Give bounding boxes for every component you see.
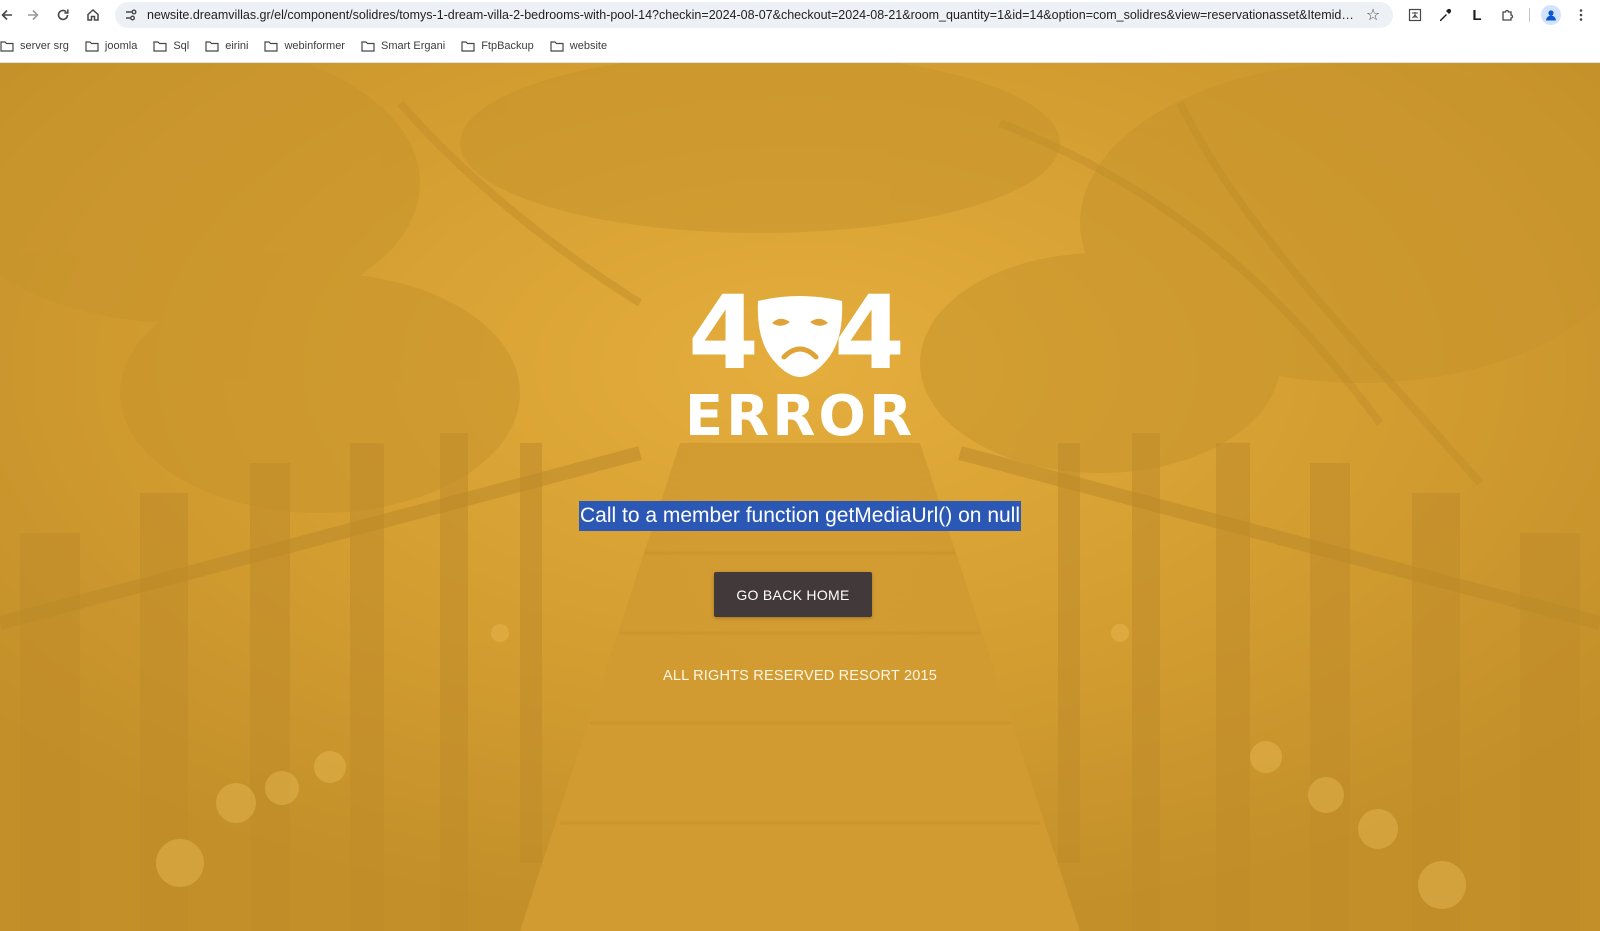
- folder-icon: [85, 41, 99, 52]
- bookmark-item[interactable]: joomla: [85, 35, 145, 57]
- go-back-home-button[interactable]: GO BACK HOME: [714, 572, 872, 617]
- toolbar-divider: [1529, 8, 1530, 22]
- site-info-icon[interactable]: [123, 7, 139, 23]
- folder-icon: [205, 41, 219, 52]
- error-page: 4 4 ERROR Call to a member function getM…: [0, 63, 1600, 931]
- bookmark-label: server srg: [20, 40, 69, 52]
- address-bar[interactable]: newsite.dreamvillas.gr/el/component/soli…: [115, 2, 1393, 28]
- bookmark-label: webinformer: [284, 40, 345, 52]
- reload-icon[interactable]: [52, 4, 74, 26]
- menu-kebab-icon[interactable]: [1570, 4, 1592, 26]
- bookmark-item[interactable]: FtpBackup: [461, 35, 542, 57]
- bookmark-star-icon[interactable]: ☆: [1363, 5, 1383, 25]
- folder-icon: [461, 41, 475, 52]
- translate-icon[interactable]: [1404, 4, 1426, 26]
- bookmark-item[interactable]: webinformer: [264, 35, 353, 57]
- folder-icon: [550, 41, 564, 52]
- browser-toolbar: newsite.dreamvillas.gr/el/component/soli…: [0, 0, 1600, 30]
- bookmark-label: joomla: [104, 40, 138, 52]
- folder-icon: [361, 41, 375, 52]
- bookmark-item[interactable]: eirini: [205, 35, 256, 57]
- bookmark-item[interactable]: server srg: [0, 35, 77, 57]
- bookmarks-bar: server srg joomla Sql eirini webinformer Smar…: [0, 34, 623, 58]
- eyedropper-icon[interactable]: [1434, 4, 1456, 26]
- extension-l-icon[interactable]: L: [1466, 4, 1488, 26]
- bookmark-item[interactable]: website: [550, 35, 615, 57]
- bookmark-item[interactable]: Sql: [153, 35, 197, 57]
- error-content: 4 4 ERROR Call to a member function getM…: [0, 63, 1600, 931]
- error-message: Call to a member function getMediaUrl() …: [578, 501, 1022, 531]
- bookmark-label: Sql: [173, 40, 190, 52]
- sad-theater-mask-icon: [757, 296, 843, 377]
- extensions-puzzle-icon[interactable]: [1496, 4, 1518, 26]
- url-text[interactable]: newsite.dreamvillas.gr/el/component/soli…: [147, 2, 1355, 28]
- error-404-logo: 4 4: [688, 274, 912, 393]
- forward-icon[interactable]: [22, 4, 44, 26]
- digit-left: 4: [688, 274, 759, 393]
- bookmark-label: Smart Ergani: [380, 40, 446, 52]
- folder-icon: [153, 41, 167, 52]
- bookmark-label: FtpBackup: [481, 40, 534, 52]
- error-heading: ERROR: [684, 384, 916, 449]
- folder-icon: [264, 41, 279, 52]
- browser-chrome: newsite.dreamvillas.gr/el/component/soli…: [0, 0, 1600, 63]
- profile-avatar-icon[interactable]: [1541, 5, 1561, 25]
- bookmark-item[interactable]: Smart Ergani: [361, 35, 453, 57]
- bookmark-label: website: [569, 40, 608, 52]
- error-message-wrap: Call to a member function getMediaUrl() …: [0, 501, 1600, 531]
- footer-copyright: ALL RIGHTS RESERVED RESORT 2015: [662, 668, 938, 684]
- folder-icon: [0, 41, 14, 52]
- bookmark-label: eirini: [225, 40, 249, 52]
- back-icon[interactable]: [0, 4, 18, 26]
- digit-right: 4: [834, 274, 905, 393]
- home-icon[interactable]: [82, 4, 104, 26]
